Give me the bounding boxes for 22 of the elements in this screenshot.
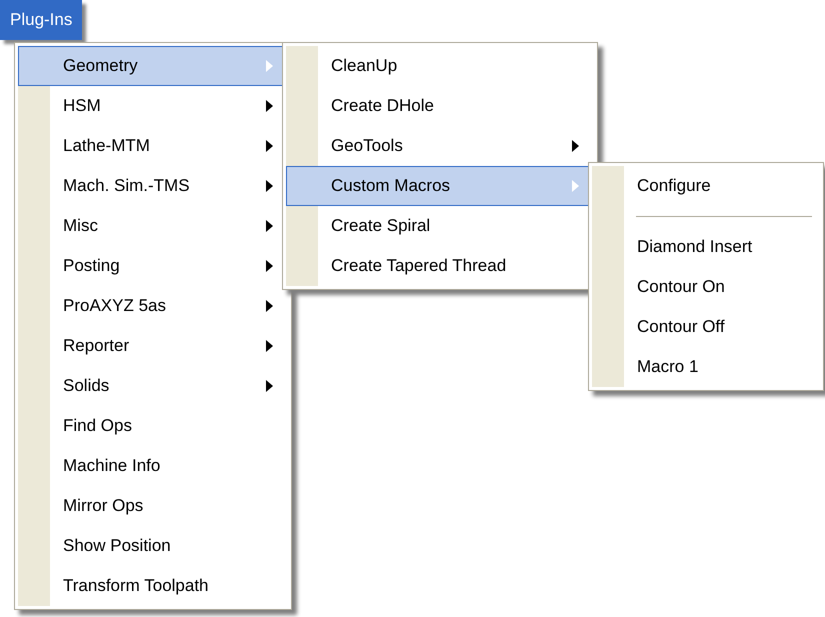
- menu-item[interactable]: Transform Toolpath: [18, 566, 288, 606]
- menu-item[interactable]: Reporter: [18, 326, 288, 366]
- menu-item[interactable]: Diamond Insert: [592, 227, 820, 267]
- menu-item[interactable]: Mirror Ops: [18, 486, 288, 526]
- menu-item[interactable]: Mach. Sim.-TMS: [18, 166, 288, 206]
- menu-item[interactable]: Show Position: [18, 526, 288, 566]
- menu-item[interactable]: Contour Off: [592, 307, 820, 347]
- menu-item[interactable]: Solids: [18, 366, 288, 406]
- menu-item[interactable]: Lathe-MTM: [18, 126, 288, 166]
- menu-item[interactable]: Posting: [18, 246, 288, 286]
- menu-item[interactable]: HSM: [18, 86, 288, 126]
- menu-item[interactable]: Configure: [592, 166, 820, 206]
- menu-item[interactable]: Machine Info: [18, 446, 288, 486]
- menu-item[interactable]: Create DHole: [286, 86, 594, 126]
- menu-title[interactable]: Plug-Ins: [0, 0, 82, 40]
- menu-item[interactable]: Contour On: [592, 267, 820, 307]
- menu-item[interactable]: Macro 1: [592, 347, 820, 387]
- menu-item[interactable]: ProAXYZ 5as: [18, 286, 288, 326]
- menu-item[interactable]: Find Ops: [18, 406, 288, 446]
- menu-item[interactable]: CleanUp: [286, 46, 594, 86]
- menu-item[interactable]: Misc: [18, 206, 288, 246]
- menu-item[interactable]: GeoTools: [286, 126, 594, 166]
